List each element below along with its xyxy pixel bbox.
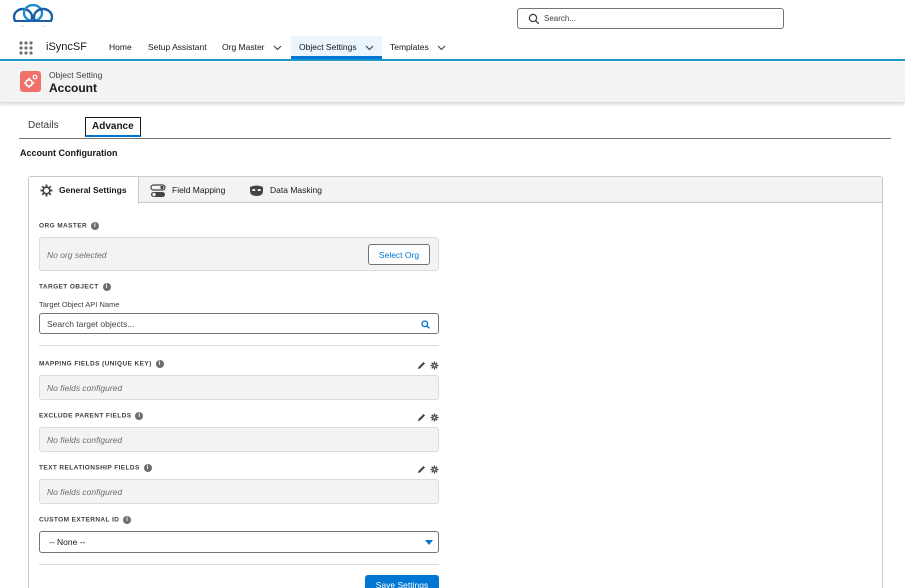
info-icon[interactable]: i (91, 222, 100, 230)
nav-item-org-master[interactable]: Org Master (222, 36, 282, 59)
configuration-card: General Settings Field Mapping Data Mask… (28, 176, 883, 588)
gear-icon (40, 184, 53, 197)
global-header (0, 0, 905, 36)
target-object-api-label: Target Object API Name (39, 300, 120, 309)
nav-item-label: Templates (390, 42, 429, 52)
target-object-search[interactable] (39, 313, 439, 334)
subtab-general-settings[interactable]: General Settings (29, 177, 139, 204)
info-icon[interactable]: i (143, 464, 152, 472)
settings-icon[interactable] (430, 465, 439, 474)
nav-item-setup-assistant[interactable]: Setup Assistant (148, 36, 207, 59)
field-label-text: MAPPING FIELDS (UNIQUE KEY) (39, 360, 152, 368)
subtab-data-masking[interactable]: Data Masking (249, 177, 322, 203)
select-org-button[interactable]: Select Org (368, 244, 430, 265)
caret-down-icon[interactable] (424, 539, 434, 546)
field-label-text: EXCLUDE PARENT FIELDS (39, 412, 132, 420)
subtab-label: Data Masking (270, 185, 322, 195)
tab-advance[interactable]: Advance (85, 117, 141, 137)
org-master-value: No org selected (47, 250, 107, 260)
edit-icon[interactable] (417, 413, 426, 422)
config-subtabs: General Settings Field Mapping Data Mask… (29, 177, 882, 204)
nav-item-label: Setup Assistant (148, 42, 207, 52)
org-master-label: ORG MASTER i (39, 222, 100, 230)
nav-item-label: Home (109, 42, 132, 52)
global-search[interactable] (517, 8, 784, 29)
mapping-fields-value: No fields configured (47, 383, 123, 393)
mapping-fields-label: MAPPING FIELDS (UNIQUE KEY) i (39, 360, 164, 368)
section-divider (39, 564, 439, 565)
record-tabs: Details Advance (19, 114, 891, 139)
info-icon[interactable]: i (135, 412, 144, 420)
chevron-down-icon[interactable] (437, 45, 446, 51)
nav-item-object-settings[interactable]: Object Settings (291, 36, 383, 59)
exclude-parent-box: No fields configured (39, 427, 439, 452)
edit-icon[interactable] (417, 465, 426, 474)
field-label-text: TARGET OBJECT (39, 283, 99, 291)
section-title: Account Configuration (20, 148, 118, 158)
text-relationship-box: No fields configured (39, 479, 439, 504)
page-header: Object Setting Account (0, 62, 905, 103)
field-label-text: CUSTOM EXTERNAL ID (39, 516, 120, 524)
app-navbar: iSyncSF Home Setup Assistant Org Master … (0, 36, 905, 61)
object-settings-icon (20, 71, 41, 92)
subtab-label: General Settings (59, 185, 127, 195)
settings-icon[interactable] (430, 361, 439, 370)
app-launcher-icon[interactable] (19, 41, 33, 55)
toggle-icon (150, 184, 166, 197)
search-icon[interactable] (421, 320, 430, 329)
info-icon[interactable]: i (123, 516, 132, 524)
nav-item-label: Object Settings (299, 42, 357, 52)
text-relationship-label: TEXT RELATIONSHIP FIELDS i (39, 464, 152, 472)
info-icon[interactable]: i (102, 283, 111, 291)
nav-item-label: Org Master (222, 42, 265, 52)
edit-icon[interactable] (417, 361, 426, 370)
field-label-text: TEXT RELATIONSHIP FIELDS (39, 464, 140, 472)
settings-icon[interactable] (430, 413, 439, 422)
app-logo[interactable] (8, 3, 56, 34)
subtab-label: Field Mapping (172, 185, 226, 195)
exclude-parent-value: No fields configured (47, 435, 123, 445)
search-icon (528, 13, 540, 25)
chevron-down-icon[interactable] (365, 45, 374, 51)
custom-external-id-label: CUSTOM EXTERNAL ID i (39, 516, 132, 524)
select-value: -- None -- (49, 537, 86, 547)
custom-external-id-select[interactable]: -- None -- (39, 531, 439, 553)
save-settings-button[interactable]: Save Settings (365, 575, 439, 588)
info-icon[interactable]: i (155, 360, 164, 368)
mapping-fields-box: No fields configured (39, 375, 439, 400)
page-title: Account (49, 81, 97, 95)
global-search-input[interactable] (544, 11, 774, 26)
nav-item-home[interactable]: Home (109, 36, 132, 59)
app-name: iSyncSF (46, 41, 87, 53)
object-type-label: Object Setting (49, 70, 103, 80)
chevron-down-icon[interactable] (273, 45, 282, 51)
org-master-box: No org selected Select Org (39, 237, 439, 271)
subtab-field-mapping[interactable]: Field Mapping (150, 177, 225, 203)
field-label-text: ORG MASTER (39, 222, 88, 230)
exclude-parent-label: EXCLUDE PARENT FIELDS i (39, 412, 144, 420)
target-object-search-input[interactable] (47, 317, 407, 331)
mask-icon (250, 185, 263, 197)
nav-item-templates[interactable]: Templates (390, 36, 446, 59)
tab-details[interactable]: Details (22, 117, 65, 137)
target-object-label: TARGET OBJECT i (39, 283, 111, 291)
section-divider (39, 345, 439, 346)
text-relationship-value: No fields configured (47, 487, 123, 497)
